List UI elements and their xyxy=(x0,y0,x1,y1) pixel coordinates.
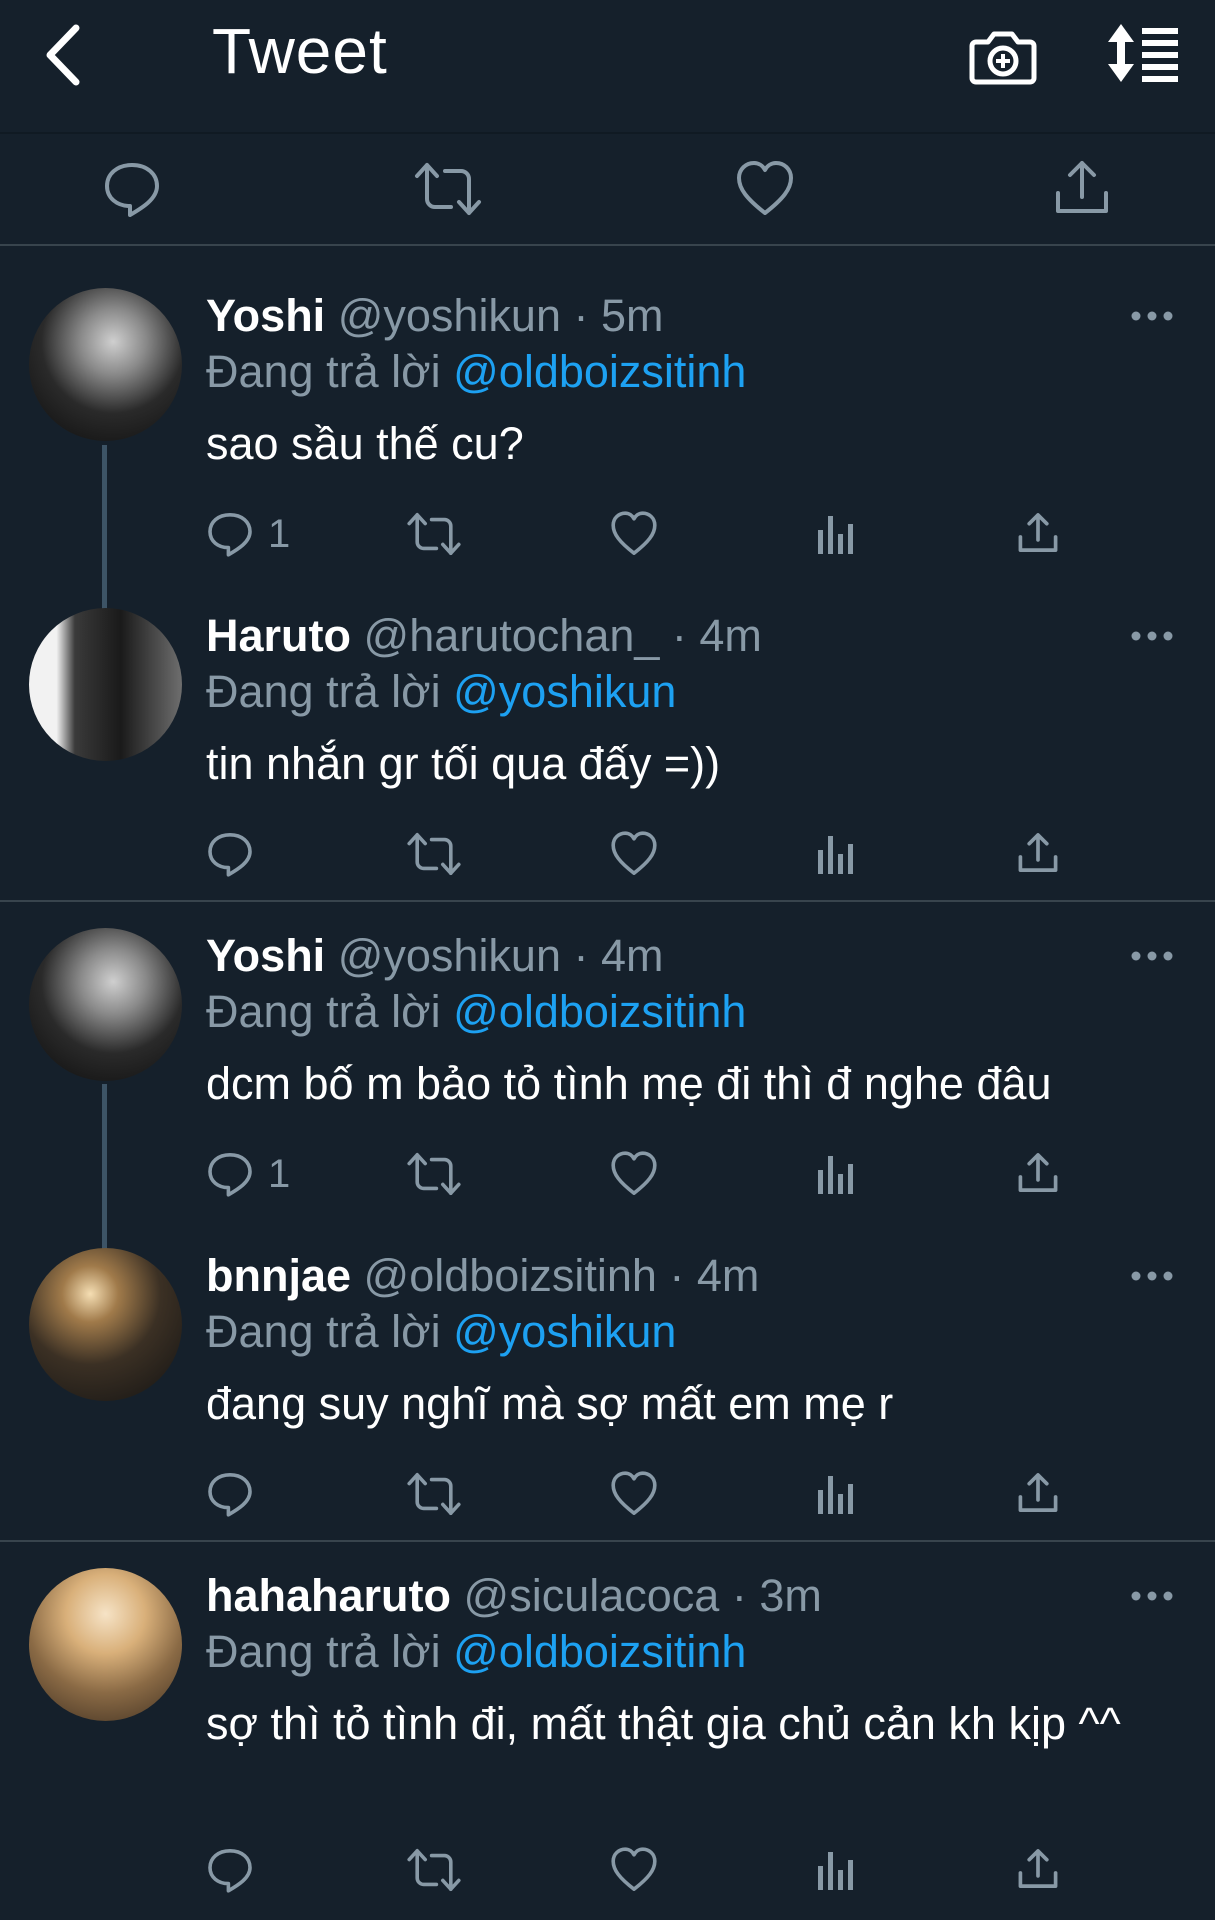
analytics-icon[interactable] xyxy=(816,504,856,564)
replying-to: Đang trả lời @yoshikun xyxy=(206,1304,676,1360)
retweet-icon[interactable] xyxy=(406,504,462,564)
more-options-icon[interactable] xyxy=(1130,306,1174,326)
avatar[interactable] xyxy=(29,288,182,441)
share-icon[interactable] xyxy=(1016,824,1060,884)
analytics-icon[interactable] xyxy=(816,824,856,884)
avatar[interactable] xyxy=(29,1568,182,1721)
tweet-text: dcm bố m bảo tỏ tình mẹ đi thì đ nghe đâ… xyxy=(206,1058,1052,1109)
timestamp: · 4m xyxy=(669,1250,760,1301)
analytics-icon[interactable] xyxy=(816,1464,856,1524)
reply-meta: Haruto @harutochan_ · 4m xyxy=(206,608,762,664)
reply-button[interactable] xyxy=(206,824,268,884)
analytics-icon[interactable] xyxy=(816,1144,856,1204)
timestamp: · 3m xyxy=(731,1570,822,1621)
replying-to: Đang trả lời @oldboizsitinh xyxy=(206,1624,746,1680)
tweet-actions xyxy=(206,1840,1086,1900)
reply-button[interactable] xyxy=(206,1840,268,1900)
like-heart-icon[interactable] xyxy=(610,1840,658,1900)
mention-link[interactable]: @oldboizsitinh xyxy=(453,346,746,397)
reply-meta: Yoshi @yoshikun · 4m xyxy=(206,928,664,984)
mention-link[interactable]: @oldboizsitinh xyxy=(453,986,746,1037)
share-icon[interactable] xyxy=(1016,1464,1060,1524)
replying-to: Đang trả lời @oldboizsitinh xyxy=(206,344,746,400)
like-heart-icon[interactable] xyxy=(610,1464,658,1524)
display-name[interactable]: Yoshi xyxy=(206,930,325,981)
retweet-icon[interactable] xyxy=(406,1464,462,1524)
tweet-text: đang suy nghĩ mà sợ mất em mẹ r xyxy=(206,1378,894,1429)
reply-button[interactable]: 1 xyxy=(206,504,290,564)
timestamp: · 5m xyxy=(573,290,664,341)
page-title: Tweet xyxy=(212,15,388,87)
more-options-icon[interactable] xyxy=(1130,946,1174,966)
reply-meta: Yoshi @yoshikun · 5m xyxy=(206,288,664,344)
retweet-icon[interactable] xyxy=(406,824,462,884)
reply-button[interactable]: 1 xyxy=(206,1144,290,1204)
display-name[interactable]: Haruto xyxy=(206,610,351,661)
timestamp: · 4m xyxy=(573,930,664,981)
sort-list-icon[interactable] xyxy=(1104,20,1184,90)
tweet-text: sao sầu thế cu? xyxy=(206,418,524,469)
like-heart-icon[interactable] xyxy=(610,1144,658,1204)
display-name[interactable]: hahaharuto xyxy=(206,1570,451,1621)
mention-link[interactable]: @oldboizsitinh xyxy=(453,1626,746,1677)
tweet-text: sợ thì tỏ tình đi, mất thật gia chủ cản … xyxy=(206,1698,1121,1749)
replying-to: Đang trả lời @oldboizsitinh xyxy=(206,984,746,1040)
more-options-icon[interactable] xyxy=(1130,1266,1174,1286)
tweet-actions: 1 xyxy=(206,1144,1086,1204)
thread-divider xyxy=(0,900,1215,902)
replying-to-label: Đang trả lời xyxy=(206,1626,441,1677)
retweet-icon[interactable] xyxy=(403,144,493,234)
camera-plus-icon[interactable] xyxy=(968,20,1038,90)
like-heart-icon[interactable] xyxy=(720,144,810,234)
tweet-actions: 1 xyxy=(206,504,1086,564)
top-bar: Tweet xyxy=(0,0,1215,134)
retweet-icon[interactable] xyxy=(406,1840,462,1900)
mention-link[interactable]: @yoshikun xyxy=(453,666,676,717)
reply-count: 1 xyxy=(268,1151,291,1196)
avatar[interactable] xyxy=(29,608,182,761)
avatar[interactable] xyxy=(29,1248,182,1401)
user-handle[interactable]: @harutochan_ xyxy=(364,610,660,661)
reply-meta: hahaharuto @siculacoca · 3m xyxy=(206,1568,822,1624)
back-chevron-icon[interactable] xyxy=(36,20,96,90)
share-icon[interactable] xyxy=(1016,504,1060,564)
thread-connector xyxy=(102,445,107,610)
replying-to-label: Đang trả lời xyxy=(206,1306,441,1357)
retweet-icon[interactable] xyxy=(406,1144,462,1204)
replying-to: Đang trả lời @yoshikun xyxy=(206,664,676,720)
user-handle[interactable]: @oldboizsitinh xyxy=(364,1250,657,1301)
avatar[interactable] xyxy=(29,928,182,1081)
like-heart-icon[interactable] xyxy=(610,824,658,884)
tweet-text: tin nhắn gr tối qua đấy =)) xyxy=(206,738,721,789)
replying-to-label: Đang trả lời xyxy=(206,666,441,717)
user-handle[interactable]: @yoshikun xyxy=(338,930,561,981)
more-options-icon[interactable] xyxy=(1130,626,1174,646)
reply-meta: bnnjae @oldboizsitinh · 4m xyxy=(206,1248,759,1304)
tweet-actions xyxy=(206,1464,1086,1524)
timestamp: · 4m xyxy=(671,610,762,661)
replying-to-label: Đang trả lời xyxy=(206,346,441,397)
thread-connector xyxy=(102,1084,107,1249)
thread-divider xyxy=(0,1540,1215,1542)
like-heart-icon[interactable] xyxy=(610,504,658,564)
reply-icon[interactable] xyxy=(87,144,177,234)
main-tweet-actions xyxy=(0,134,1215,246)
user-handle[interactable]: @siculacoca xyxy=(464,1570,720,1621)
reply-count: 1 xyxy=(268,511,291,556)
tweet-actions xyxy=(206,824,1086,884)
share-icon[interactable] xyxy=(1037,144,1127,234)
share-icon[interactable] xyxy=(1016,1144,1060,1204)
user-handle[interactable]: @yoshikun xyxy=(338,290,561,341)
mention-link[interactable]: @yoshikun xyxy=(453,1306,676,1357)
share-icon[interactable] xyxy=(1016,1840,1060,1900)
more-options-icon[interactable] xyxy=(1130,1586,1174,1606)
analytics-icon[interactable] xyxy=(816,1840,856,1900)
display-name[interactable]: Yoshi xyxy=(206,290,325,341)
reply-button[interactable] xyxy=(206,1464,268,1524)
replying-to-label: Đang trả lời xyxy=(206,986,441,1037)
display-name[interactable]: bnnjae xyxy=(206,1250,351,1301)
